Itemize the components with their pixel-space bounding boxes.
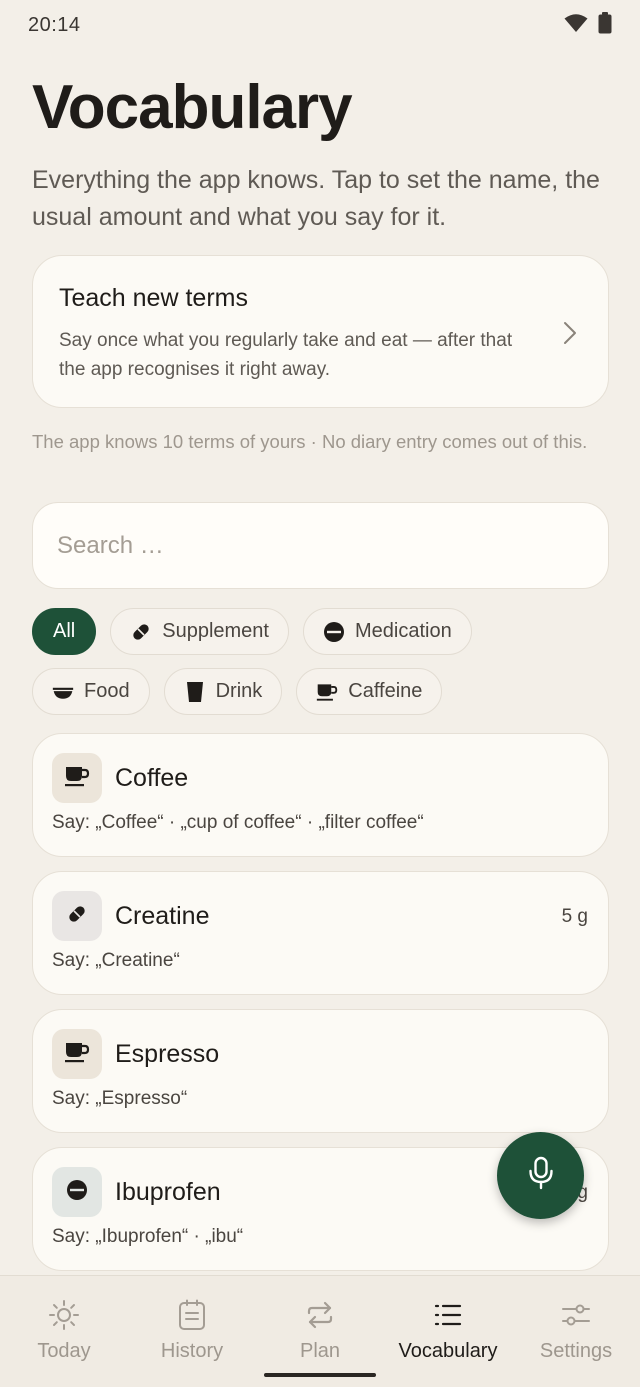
microphone-icon: [527, 1156, 555, 1195]
filter-chip-label: Food: [84, 680, 130, 702]
filter-chip-label: Caffeine: [348, 680, 423, 702]
pill-icon: [130, 621, 152, 643]
teach-description: Say once what you regularly take and eat…: [59, 330, 513, 380]
bottom-nav: Today History Plan Vocabulary Settings: [0, 1275, 640, 1387]
search-input[interactable]: [57, 531, 584, 560]
filter-chip-row: All Supplement Medication: [32, 608, 622, 655]
filter-chips: All Supplement Medication Food Drink Caf…: [32, 608, 622, 728]
term-icon: [52, 1029, 102, 1079]
term-card-creatine[interactable]: Creatine 5 g Say: „Creatine“: [32, 871, 609, 995]
glass-icon: [184, 681, 206, 703]
filter-chip-caffeine[interactable]: Caffeine: [296, 668, 443, 715]
filter-chip-label: Drink: [215, 680, 263, 702]
cup-icon: [64, 1040, 90, 1069]
status-icons: [564, 11, 612, 39]
term-name: Coffee: [115, 764, 189, 792]
nav-item-settings[interactable]: Settings: [512, 1276, 640, 1387]
filter-chip-all[interactable]: All: [32, 608, 97, 655]
term-say-phrases: Say: „Coffee“ · „cup of coffee“ · „filte…: [52, 812, 424, 833]
filter-chip-label: All: [53, 620, 76, 642]
nav-label: Plan: [299, 1340, 341, 1362]
filter-chip-label: Supplement: [162, 620, 269, 642]
journal-icon: [175, 1298, 209, 1332]
nav-item-history[interactable]: History: [128, 1276, 256, 1387]
term-say-phrases: Say: „Creatine“: [52, 950, 180, 971]
filter-chip-supplement[interactable]: Supplement: [110, 608, 289, 655]
cup-icon: [64, 764, 90, 793]
nav-label: Today: [37, 1340, 91, 1362]
pill-icon: [66, 903, 88, 930]
known-terms-note: The app knows 10 terms of yours · No dia…: [32, 431, 588, 452]
filter-chip-food[interactable]: Food: [32, 668, 150, 715]
status-time: 20:14: [28, 13, 81, 36]
filter-chip-row: Food Drink Caffeine: [32, 668, 622, 715]
nav-label: Vocabulary: [398, 1340, 498, 1362]
nav-label: History: [160, 1340, 224, 1362]
battery-icon: [598, 11, 612, 39]
tablet-icon: [66, 1179, 88, 1206]
filter-chip-label: Medication: [354, 620, 452, 642]
term-say-phrases: Say: „Espresso“: [52, 1088, 188, 1109]
sliders-icon: [559, 1298, 593, 1332]
term-card-espresso[interactable]: Espresso Say: „Espresso“: [32, 1009, 609, 1133]
nav-item-vocabulary[interactable]: Vocabulary: [384, 1276, 512, 1387]
filter-chip-medication[interactable]: Medication: [302, 608, 472, 655]
term-card-coffee[interactable]: Coffee Say: „Coffee“ · „cup of coffee“ ·…: [32, 733, 609, 857]
wifi-icon: [564, 13, 588, 38]
chevron-right-icon: [562, 320, 578, 351]
voice-input-button[interactable]: [497, 1132, 584, 1219]
search-box[interactable]: [32, 502, 609, 589]
filter-chip-drink[interactable]: Drink: [163, 668, 283, 715]
repeat-icon: [303, 1298, 337, 1332]
nav-item-today[interactable]: Today: [0, 1276, 128, 1387]
page-title: Vocabulary: [32, 73, 353, 142]
page-subtitle: Everything the app knows. Tap to set the…: [32, 166, 600, 231]
term-icon: [52, 891, 102, 941]
term-say-phrases: Say: „Ibuprofen“ · „ibu“: [52, 1226, 244, 1247]
sun-icon: [47, 1298, 81, 1332]
bowl-icon: [52, 681, 74, 703]
term-icon: [52, 753, 102, 803]
nav-item-plan[interactable]: Plan: [256, 1276, 384, 1387]
teach-title: Teach new terms: [59, 284, 248, 312]
term-name: Ibuprofen: [115, 1178, 221, 1206]
list-icon: [431, 1298, 465, 1332]
tablet-icon: [323, 621, 345, 643]
nav-label: Settings: [539, 1340, 613, 1362]
term-name: Creatine: [115, 902, 210, 930]
cup-icon: [316, 681, 338, 703]
status-bar: 20:14: [0, 0, 640, 50]
home-indicator[interactable]: [264, 1373, 376, 1377]
teach-new-terms-card[interactable]: Teach new terms Say once what you regula…: [32, 255, 609, 408]
term-amount: 5 g: [561, 906, 588, 927]
term-icon: [52, 1167, 102, 1217]
term-name: Espresso: [115, 1040, 220, 1068]
